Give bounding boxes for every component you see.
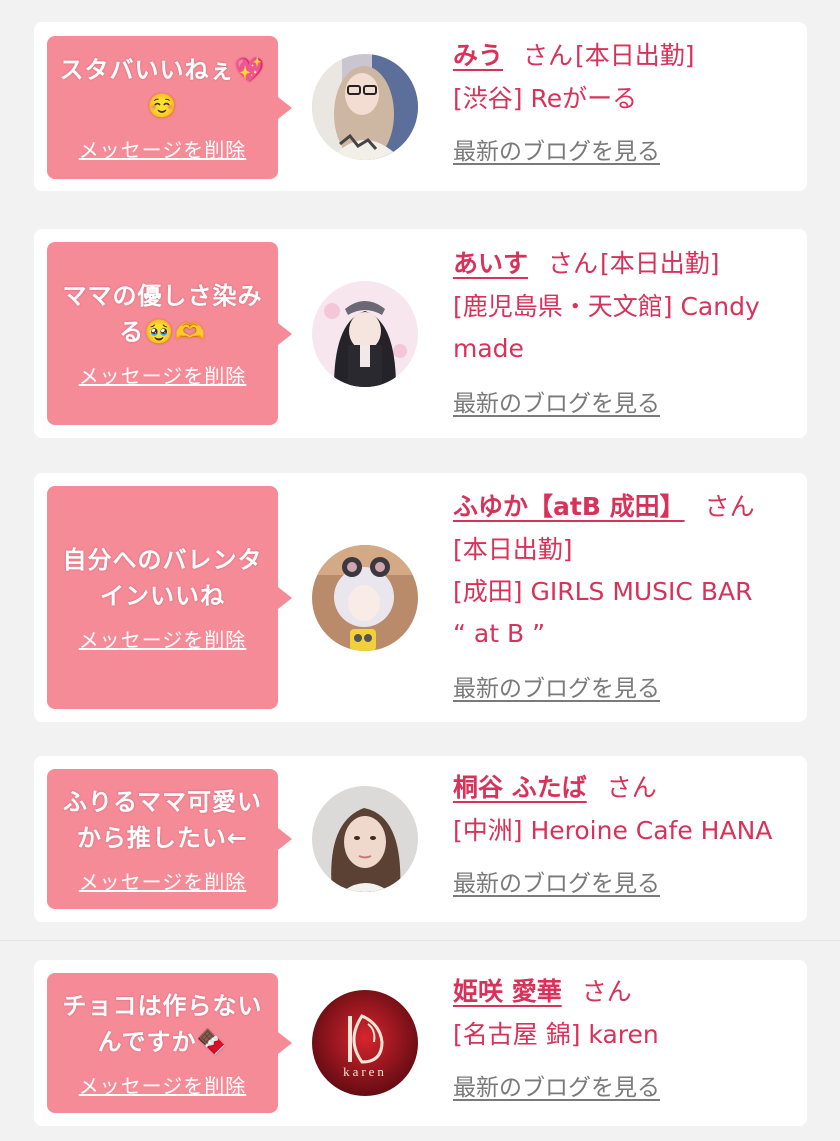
latest-blog-link[interactable]: 最新のブログを見る <box>453 669 660 703</box>
message-text: ふりるママ可愛い から推したい← <box>62 787 263 852</box>
attendance-status: [本日出勤] <box>453 535 573 564</box>
message-bubble: チョコは作らない んですか🍫 メッセージを削除 <box>47 973 292 1113</box>
cast-info: 姫咲 愛華 さん [名古屋 錦] karen 最新のブログを見る <box>453 970 798 1102</box>
latest-blog-link[interactable]: 最新のブログを見る <box>453 132 660 166</box>
cast-name-link[interactable]: 桐谷 ふたば <box>453 773 587 802</box>
latest-blog-link[interactable]: 最新のブログを見る <box>453 864 660 898</box>
shop-info: [成田] GIRLS MUSIC BAR “ at B ” <box>453 577 753 648</box>
cast-name-link[interactable]: ふゆか【atB 成田】 <box>453 492 685 521</box>
attendance-status: [本日出勤] <box>600 249 720 278</box>
message-bubble: ふりるママ可愛い から推したい← メッセージを削除 <box>47 769 292 909</box>
message-text: チョコは作らない んですか🍫 <box>62 991 263 1056</box>
message-bubble: ママの優しさ染み る🥹🫶 メッセージを削除 <box>47 242 292 425</box>
delete-message-link[interactable]: メッセージを削除 <box>79 624 247 653</box>
honorific-label: さん <box>704 492 755 521</box>
cast-info: あいす さん[本日出勤] [鹿児島県・天文館] Candy made 最新のブログ… <box>453 242 798 418</box>
delete-message-link[interactable]: メッセージを削除 <box>79 360 247 389</box>
cast-info: ふゆか【atB 成田】 さん [本日出勤] [成田] GIRLS MUSIC BA… <box>453 485 798 703</box>
message-card: スタバいいねぇ💖 ☺️ メッセージを削除 みう さん[本日出勤] [渋谷] Reが… <box>34 22 807 191</box>
shop-info: [中洲] Heroine Cafe HANA <box>453 816 773 845</box>
delete-message-link[interactable]: メッセージを削除 <box>79 1070 247 1099</box>
shop-info: [鹿児島県・天文館] Candy made <box>453 292 760 363</box>
cast-info: みう さん[本日出勤] [渋谷] Reがーる 最新のブログを見る <box>453 34 798 166</box>
section-divider <box>0 940 840 941</box>
attendance-status: [本日出勤] <box>575 41 695 70</box>
message-card: 自分へのバレンタ インいいね メッセージを削除 ふゆか【atB 成田】 さん [本… <box>34 473 807 722</box>
cast-name-link[interactable]: あいす <box>453 249 528 278</box>
avatar[interactable] <box>312 786 418 892</box>
shop-info: [渋谷] Reがーる <box>453 84 638 113</box>
cast-name-link[interactable]: 姫咲 愛華 <box>453 977 562 1006</box>
delete-message-link[interactable]: メッセージを削除 <box>79 866 247 895</box>
honorific-label: さん <box>606 773 657 802</box>
latest-blog-link[interactable]: 最新のブログを見る <box>453 384 660 418</box>
message-text: スタバいいねぇ💖 ☺️ <box>59 56 266 120</box>
message-bubble: スタバいいねぇ💖 ☺️ メッセージを削除 <box>47 36 292 179</box>
message-bubble: 自分へのバレンタ インいいね メッセージを削除 <box>47 486 292 709</box>
avatar[interactable] <box>312 545 418 651</box>
shop-info: [名古屋 錦] karen <box>453 1020 659 1049</box>
honorific-label: さん <box>548 249 599 278</box>
cast-info: 桐谷 ふたば さん [中洲] Heroine Cafe HANA 最新のブログを見… <box>453 766 798 898</box>
avatar[interactable] <box>312 281 418 387</box>
karen-logo-avatar[interactable]: karen <box>312 990 418 1096</box>
message-card: チョコは作らない んですか🍫 メッセージを削除 karen 姫咲 愛華 さん [名… <box>34 960 807 1126</box>
honorific-label: さん <box>523 41 574 70</box>
message-text: ママの優しさ染み る🥹🫶 <box>62 282 263 346</box>
latest-blog-link[interactable]: 最新のブログを見る <box>453 1068 660 1102</box>
message-card: ふりるママ可愛い から推したい← メッセージを削除 桐谷 ふたば さん [中洲] … <box>34 756 807 922</box>
cast-name-link[interactable]: みう <box>453 41 503 70</box>
message-text: 自分へのバレンタ インいいね <box>62 546 263 610</box>
message-card: ママの優しさ染み る🥹🫶 メッセージを削除 あいす さん[本日出勤] [鹿児島県・… <box>34 229 807 438</box>
avatar[interactable] <box>312 54 418 160</box>
honorific-label: さん <box>581 977 632 1006</box>
karen-logo-text: karen <box>343 1064 387 1079</box>
delete-message-link[interactable]: メッセージを削除 <box>79 134 247 163</box>
